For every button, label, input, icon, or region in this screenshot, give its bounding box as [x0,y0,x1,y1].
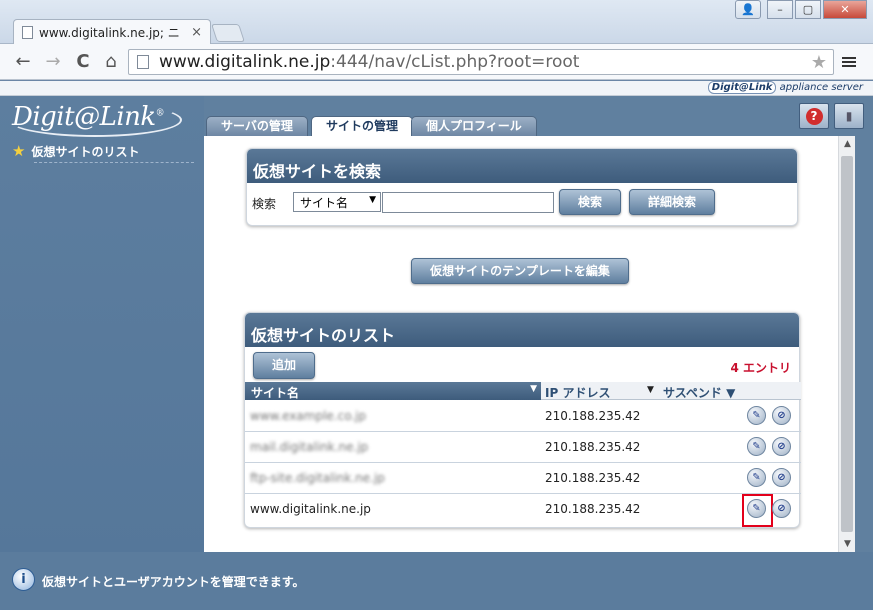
main-tabs: サーバの管理 サイトの管理 個人プロフィール ? ▮ [204,96,873,136]
edit-pencil-icon[interactable]: ✎ [747,499,766,518]
search-panel-title: 仮想サイトを検索 [247,149,797,183]
tab-title: www.digitalink.ne.jp; ニ [39,25,180,40]
star-icon: ★ [12,142,26,160]
site-name-cell[interactable]: mail.digitalink.ne.jp [250,440,368,454]
site-list-title: 仮想サイトのリスト [245,313,799,347]
address-bar[interactable]: www.digitalink.ne.jp:444/nav/cList.php?r… [128,49,834,75]
brand-strip: Digit@Link appliance server [0,81,873,96]
table-row: ftp-site.digitalink.ne.jp 210.188.235.42… [245,463,801,494]
scroll-down-icon[interactable]: ▼ [839,536,856,552]
search-input[interactable] [382,192,554,213]
site-name-cell[interactable]: ftp-site.digitalink.ne.jp [250,471,385,485]
url-host: www.digitalink.ne.jp [159,52,331,72]
search-button[interactable]: 検索 [559,189,621,215]
sidebar-item-label: 仮想サイトのリスト [31,144,140,159]
logo: Digit@Link® [12,102,165,132]
table-header: サイト名 ▼ IP アドレス ▼ サスペンド ▼ [245,382,801,400]
search-label: 検索 [252,197,277,211]
scrollbar[interactable]: ▲ ▼ [838,136,855,552]
entry-count: 4 エントリ [730,361,791,375]
status-text: 仮想サイトとユーザアカウントを管理できます。 [42,575,305,589]
column-site-name[interactable]: サイト名 ▼ [245,382,541,400]
logo-text: Digit@Link [12,102,156,132]
main-content: 仮想サイトを検索 検索 サイト名 検索 詳細検索 仮想サイトのテンプレートを編集… [204,136,855,552]
column-ip-address[interactable]: IP アドレス [545,384,610,401]
column-suspend[interactable]: サスペンド ▼ [663,384,735,401]
search-panel: 仮想サイトを検索 検索 サイト名 検索 詳細検索 [246,148,798,226]
ip-cell: 210.188.235.42 [545,440,641,454]
logo-mark: ® [155,108,165,119]
table-row: mail.digitalink.ne.jp 210.188.235.42 ✎ ⊘ [245,432,801,463]
sidebar-item-site-list[interactable]: ★ 仮想サイトのリスト [12,142,139,160]
home-icon[interactable]: ⌂ [100,51,122,73]
window-controls: 👤 – ▢ ✕ [735,0,867,19]
page-icon [22,25,33,39]
user-icon[interactable]: 👤 [735,0,761,19]
advanced-search-button[interactable]: 詳細検索 [629,189,715,215]
back-icon[interactable]: ← [12,51,34,73]
sidebar: Digit@Link® ★ 仮想サイトのリスト [0,96,204,556]
ip-cell: 210.188.235.42 [545,502,641,516]
table-row: www.example.co.jp 210.188.235.42 ✎ ⊘ [245,401,801,432]
tab-site-management[interactable]: サイトの管理 [311,116,414,136]
edit-template-button[interactable]: 仮想サイトのテンプレートを編集 [411,258,629,284]
reload-icon[interactable]: C [72,51,94,73]
add-button[interactable]: 追加 [253,352,315,379]
suspend-icon[interactable]: ⊘ [772,468,791,487]
bookmark-star-icon[interactable]: ★ [811,52,827,73]
new-tab-button[interactable] [211,24,245,42]
site-list-panel: 仮想サイトのリスト 追加 4 エントリ サイト名 ▼ IP アドレス ▼ サスペン… [244,312,801,528]
browser-titlebar: www.digitalink.ne.jp; ニ × 👤 – ▢ ✕ [0,0,873,44]
tab-close-icon[interactable]: × [191,25,202,40]
appliance-brand: Digit@Link appliance server [707,81,863,94]
sort-arrow-icon: ▼ [530,384,537,394]
status-bar: i 仮想サイトとユーザアカウントを管理できます。 [0,552,873,610]
maximize-button[interactable]: ▢ [795,0,821,19]
sidebar-divider [34,162,194,163]
info-icon: i [12,568,35,591]
table-row: www.digitalink.ne.jp 210.188.235.42 ✎ ⊘ [245,494,801,527]
site-name-cell[interactable]: www.digitalink.ne.jp [250,502,371,516]
sort-arrow-icon[interactable]: ▼ [647,385,654,395]
app-area: Digit@Link appliance server Digit@Link® … [0,81,873,610]
edit-pencil-icon[interactable]: ✎ [747,406,766,425]
appliance-text: appliance server [779,82,863,93]
url-path: :444/nav/cList.php?root=root [330,52,580,72]
url-text: www.digitalink.ne.jp:444/nav/cList.php?r… [159,52,579,72]
browser-tab[interactable]: www.digitalink.ne.jp; ニ × [13,19,211,44]
ip-cell: 210.188.235.42 [545,409,641,423]
site-name-cell[interactable]: www.example.co.jp [250,409,366,423]
appliance-logo: Digit@Link [707,81,777,94]
minimize-button[interactable]: – [767,0,793,19]
search-field-select[interactable]: サイト名 [293,192,381,212]
edit-pencil-icon[interactable]: ✎ [747,468,766,487]
suspend-icon[interactable]: ⊘ [772,406,791,425]
exit-icon[interactable]: ▮ [834,103,864,129]
page-icon [137,55,149,69]
help-icon[interactable]: ? [799,103,829,129]
suspend-icon[interactable]: ⊘ [772,499,791,518]
ip-cell: 210.188.235.42 [545,471,641,485]
browser-toolbar: ← → C ⌂ www.digitalink.ne.jp:444/nav/cLi… [0,44,873,80]
scroll-thumb[interactable] [841,156,853,532]
suspend-icon[interactable]: ⊘ [772,437,791,456]
tab-server-management[interactable]: サーバの管理 [206,116,308,136]
menu-icon[interactable] [842,57,856,67]
scroll-up-icon[interactable]: ▲ [839,136,856,152]
forward-icon[interactable]: → [42,51,64,73]
edit-pencil-icon[interactable]: ✎ [747,437,766,456]
close-window-button[interactable]: ✕ [823,0,867,19]
tab-personal-profile[interactable]: 個人プロフィール [411,116,537,136]
